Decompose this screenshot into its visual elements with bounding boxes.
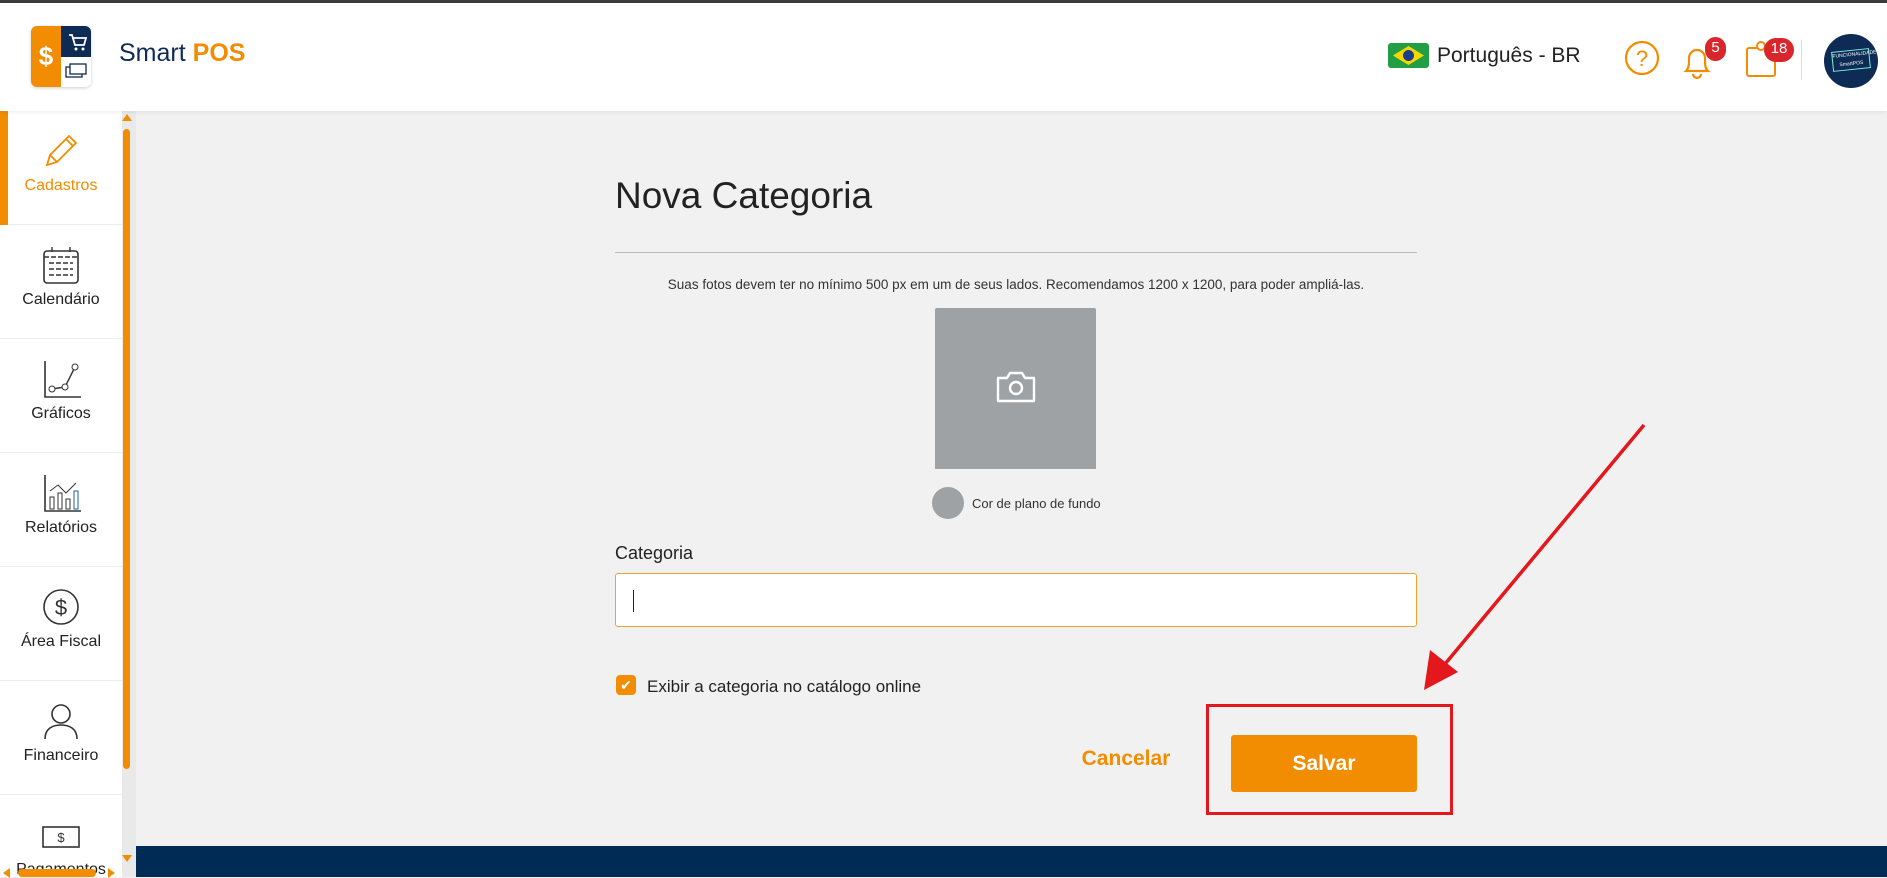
help-button[interactable]: ? — [1624, 40, 1660, 81]
smartpos-logo[interactable]: $ — [31, 26, 91, 87]
header-separator — [1801, 40, 1802, 80]
brand-name: Smart POS — [119, 39, 246, 67]
language-selector[interactable]: Português - BR — [1388, 43, 1581, 68]
top-header: $ Smart POS Português - BR ? 5 18 FUNCIO… — [0, 3, 1887, 111]
tasks-badge: 18 — [1764, 38, 1794, 62]
user-avatar[interactable]: FUNCIONALIDADE SmartPOS — [1824, 34, 1878, 88]
footer-bar — [136, 846, 1887, 877]
language-label: Português - BR — [1437, 43, 1581, 67]
notifications-badge: 5 — [1705, 37, 1726, 61]
dollar-icon: $ — [31, 26, 61, 87]
brazil-flag-icon — [1388, 43, 1429, 68]
cart-icon — [61, 26, 91, 57]
svg-text:?: ? — [1636, 46, 1648, 71]
help-icon: ? — [1624, 40, 1660, 76]
card-icon — [61, 57, 91, 87]
annotation-arrow — [1424, 423, 1646, 690]
